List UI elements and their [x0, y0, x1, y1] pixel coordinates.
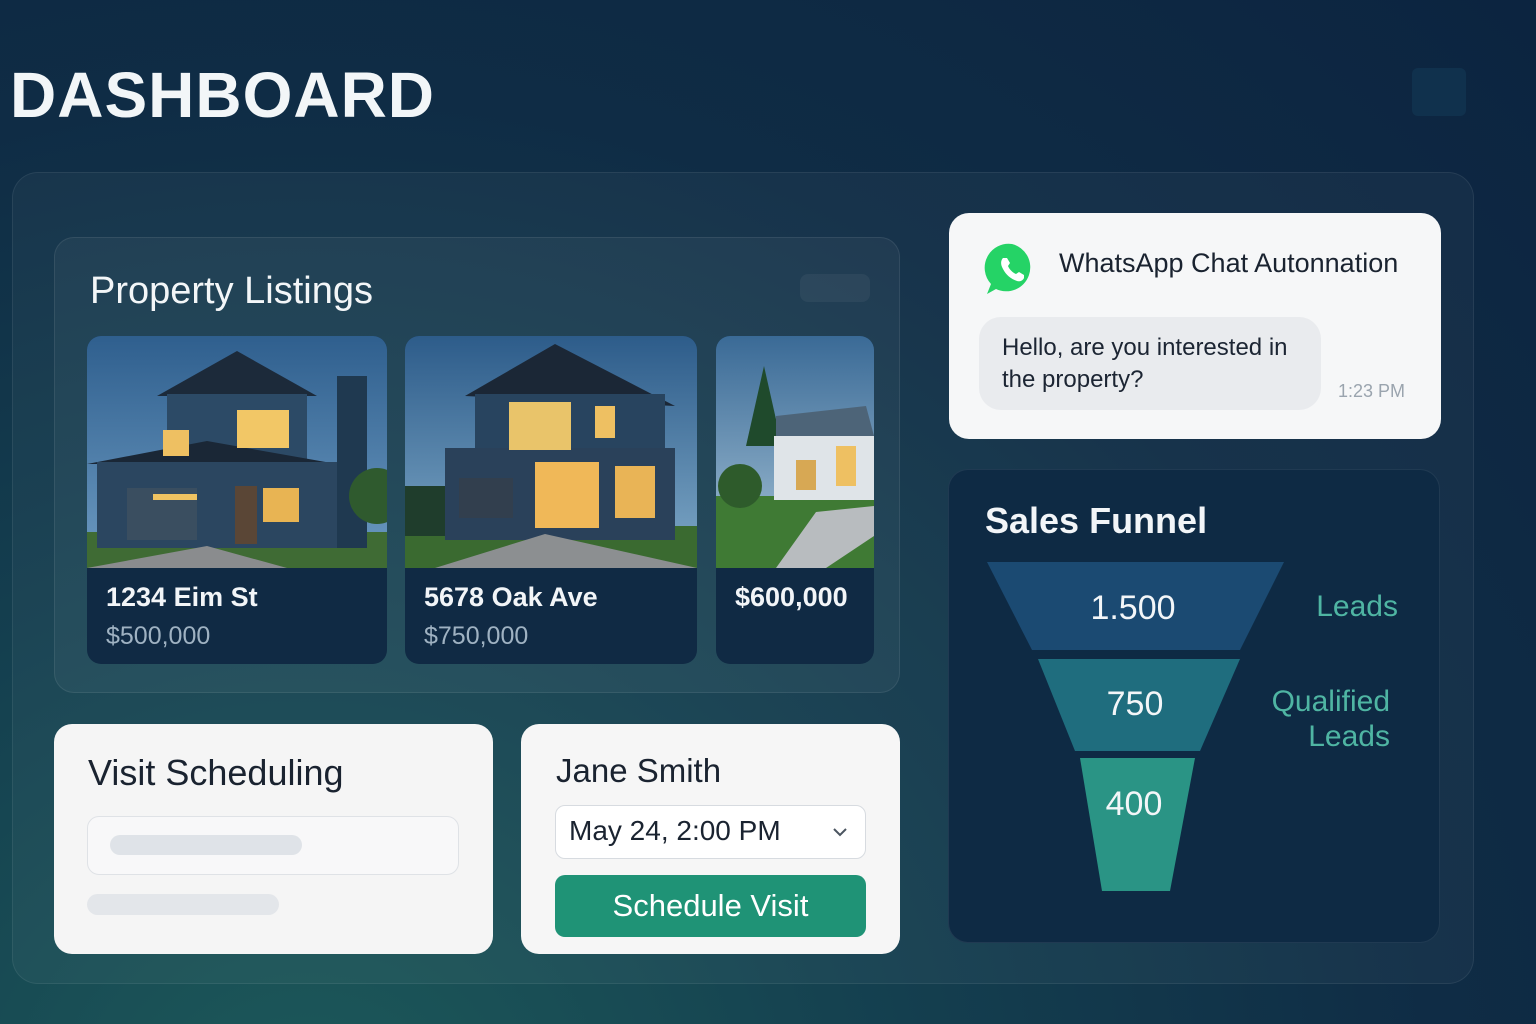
listing-card[interactable]: $600,000: [716, 336, 874, 664]
chevron-down-icon[interactable]: [830, 824, 850, 840]
listing-address: 1234 Eim St: [106, 582, 258, 612]
funnel-value: 1.500: [1090, 589, 1176, 627]
page-title: DASHBOARD: [10, 59, 435, 131]
funnel-label: Leads: [1316, 590, 1398, 623]
house-photo: [716, 336, 874, 568]
input-placeholder-skeleton: [110, 835, 302, 855]
listing-card[interactable]: 5678 Oak Ave $750,000: [405, 336, 697, 664]
whatsapp-chat-title: WhatsApp Chat Autonnation: [1059, 248, 1399, 278]
visit-scheduling-title: Visit Scheduling: [88, 752, 344, 793]
listing-price-label: $600,000: [735, 582, 848, 612]
property-listings-title: Property Listings: [90, 270, 374, 312]
listing-price: $750,000: [424, 622, 529, 650]
funnel-label: Qualified Leads: [1271, 685, 1390, 753]
header-action-placeholder[interactable]: [1412, 68, 1466, 116]
chat-message-time: 1:23 PM: [1338, 381, 1406, 401]
date-time-value: May 24, 2:00 PM: [569, 815, 781, 846]
listing-card[interactable]: 1234 Eim St $500,000: [87, 336, 387, 664]
funnel-value: 750: [1106, 685, 1164, 723]
text-placeholder-skeleton: [87, 894, 279, 915]
funnel-stage-final: [1080, 758, 1195, 891]
listing-price: $500,000: [106, 622, 211, 650]
chat-message-text: Hello, are you interested in the propert…: [1002, 334, 1288, 393]
listings-options-pill[interactable]: [800, 274, 870, 302]
schedule-visit-button[interactable]: Schedule Visit: [555, 875, 866, 937]
sales-funnel-title: Sales Funnel: [985, 500, 1208, 541]
agent-name: Jane Smith: [556, 752, 722, 789]
house-photo: [87, 336, 387, 568]
house-photo: [405, 336, 697, 568]
listing-address: 5678 Oak Ave: [424, 582, 598, 612]
whatsapp-icon: [983, 240, 1041, 298]
funnel-value: 400: [1105, 785, 1163, 823]
